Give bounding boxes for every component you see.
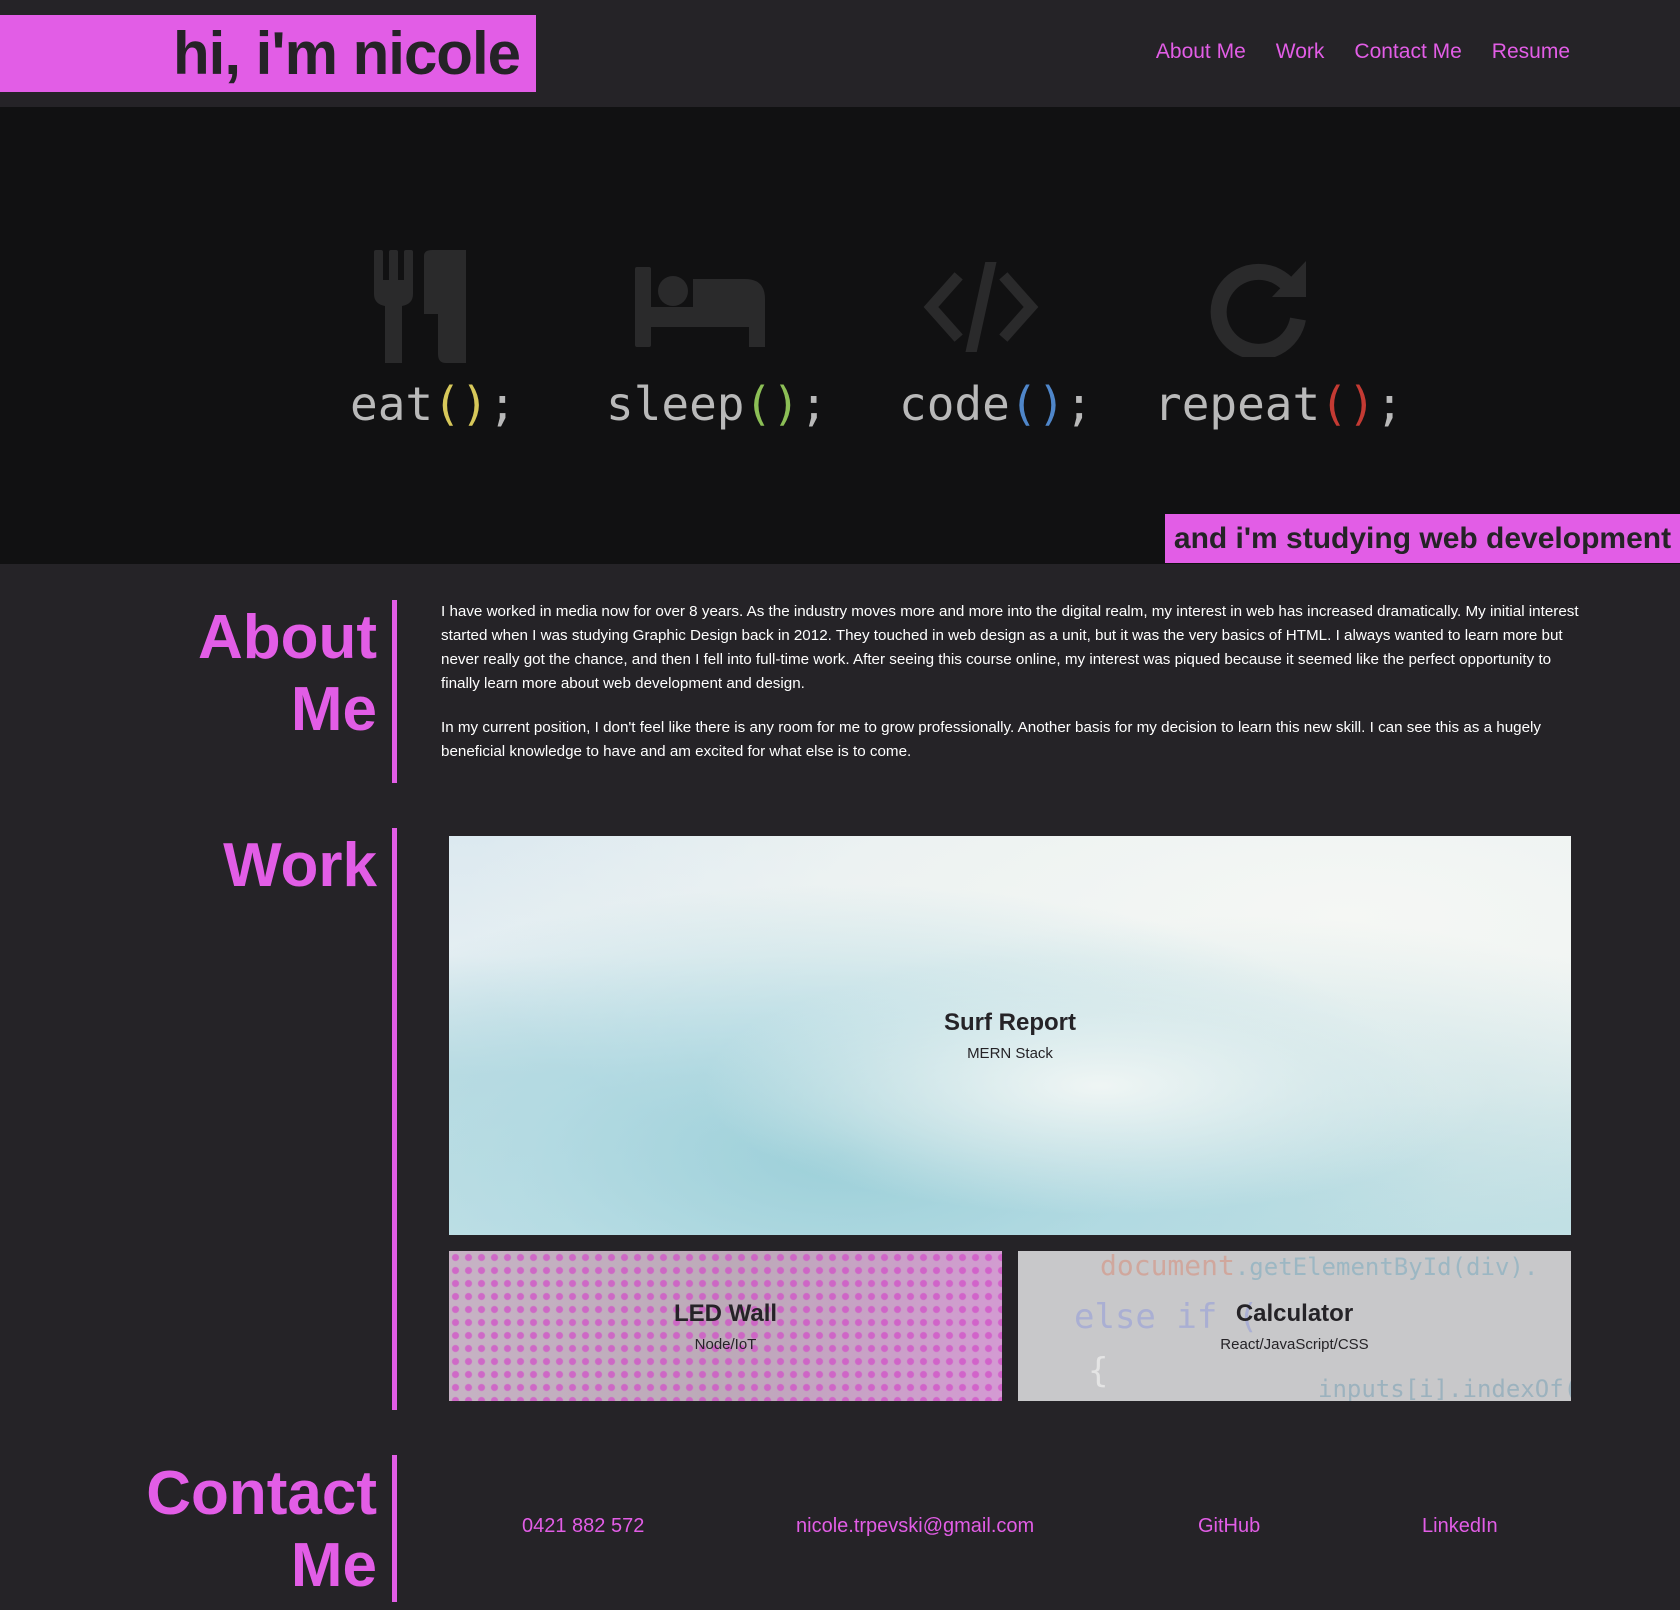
code-background-line: { xyxy=(1088,1351,1109,1391)
contact-title-line1: Contact xyxy=(146,1459,377,1528)
hero-semicolon: ; xyxy=(799,377,828,431)
hero-parens: () xyxy=(744,377,800,431)
about-title-line1: About xyxy=(197,603,377,672)
hero-parens: () xyxy=(1320,377,1376,431)
main-nav: About Me Work Contact Me Resume xyxy=(1156,40,1570,64)
contact-title: Contact Me xyxy=(146,1458,377,1602)
project-stack: MERN Stack xyxy=(967,1045,1053,1062)
fork-knife-icon xyxy=(374,250,466,363)
hero-semicolon: ; xyxy=(1065,377,1093,431)
about-title: About Me xyxy=(198,602,377,746)
code-background-line: inputs[i].indexOf( xyxy=(1318,1375,1571,1401)
work-divider xyxy=(392,828,397,1410)
hero-word-eat-text: eat xyxy=(350,377,434,431)
hero-word-repeat-text: repeat xyxy=(1154,377,1321,431)
nav-contact-me[interactable]: Contact Me xyxy=(1354,40,1461,64)
project-title: LED Wall xyxy=(673,1299,778,1327)
contact-divider xyxy=(392,1455,397,1602)
site-title: hi, i'm nicole xyxy=(173,19,521,87)
hero-parens: () xyxy=(1009,377,1066,431)
project-title: Surf Report xyxy=(944,1009,1076,1036)
project-surf-report[interactable]: Surf Report MERN Stack xyxy=(449,836,1571,1235)
hero-word-code: code(); xyxy=(899,377,1093,431)
code-token: document xyxy=(1100,1251,1235,1282)
project-title: Calculator xyxy=(1235,1299,1354,1327)
hero-semicolon: ; xyxy=(488,377,517,431)
about-paragraph-2: In my current position, I don't feel lik… xyxy=(441,719,1542,760)
hero-semicolon: ; xyxy=(1375,377,1404,431)
surf-image-foam xyxy=(699,956,1499,1216)
project-stack: Node/IoT xyxy=(694,1335,757,1353)
nav-about-me[interactable]: About Me xyxy=(1156,40,1246,64)
tagline-banner: and i'm studying web development xyxy=(1165,514,1680,563)
contact-title-line2: Me xyxy=(290,1531,377,1600)
contact-email-link[interactable]: nicole.trpevski@gmail.com xyxy=(796,1515,1034,1538)
project-calculator[interactable]: document.getElementById(div). else if ( … xyxy=(1018,1251,1571,1401)
hero-word-sleep-text: sleep xyxy=(606,377,745,431)
hero-word-code-text: code xyxy=(899,377,1010,431)
brand-banner: hi, i'm nicole xyxy=(0,15,536,92)
work-title: Work xyxy=(223,831,377,900)
contact-github-link[interactable]: GitHub xyxy=(1198,1515,1260,1538)
code-background-line: else if ( xyxy=(1074,1297,1259,1337)
hero-banner: eat(); sleep(); code(); repeat(); xyxy=(0,107,1680,564)
code-background-line: document.getElementById(div). xyxy=(1100,1251,1538,1282)
bed-icon xyxy=(635,267,765,347)
hero-word-sleep: sleep(); xyxy=(606,377,828,431)
project-stack: React/JavaScript/CSS xyxy=(1220,1335,1369,1353)
contact-phone-link[interactable]: 0421 882 572 xyxy=(522,1515,644,1538)
repeat-arrow-icon xyxy=(1210,261,1306,357)
contact-linkedin-link[interactable]: LinkedIn xyxy=(1422,1515,1498,1538)
nav-work[interactable]: Work xyxy=(1276,40,1325,64)
about-paragraph-1: I have worked in media now for over 8 ye… xyxy=(441,603,1579,692)
hero-word-eat: eat(); xyxy=(350,377,516,431)
nav-resume[interactable]: Resume xyxy=(1492,40,1570,64)
about-title-line2: Me xyxy=(290,675,377,744)
project-led-wall[interactable]: LED Wall Node/IoT xyxy=(449,1251,1002,1401)
about-divider xyxy=(392,600,397,783)
hero-word-repeat: repeat(); xyxy=(1154,377,1403,431)
code-token: .getElementById(div). xyxy=(1234,1253,1539,1281)
about-text: I have worked in media now for over 8 ye… xyxy=(441,600,1581,784)
site-header: hi, i'm nicole About Me Work Contact Me … xyxy=(0,0,1680,107)
code-brackets-icon xyxy=(923,262,1039,352)
hero-parens: () xyxy=(433,377,489,431)
